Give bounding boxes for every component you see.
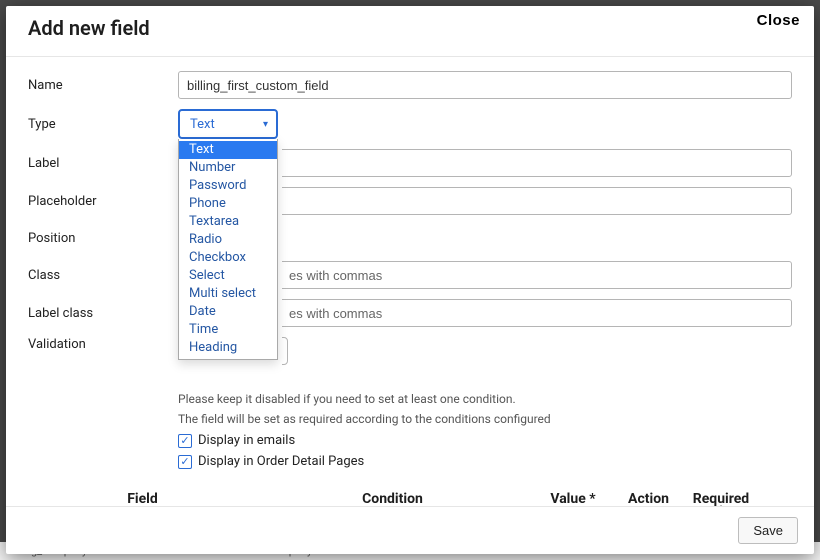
header-required: Required * — [681, 491, 761, 506]
type-option[interactable]: Phone — [179, 195, 277, 213]
row-class: Class — [28, 261, 792, 289]
add-field-modal: Close Add new field Name Type Text ▾ Tex… — [6, 6, 814, 554]
label-validation: Validation — [28, 337, 178, 352]
modal-header: Add new field — [6, 6, 814, 57]
row-label: Label — [28, 149, 792, 177]
type-option[interactable]: Date — [179, 303, 277, 321]
label-type: Type — [28, 117, 178, 132]
label-placeholder: Placeholder — [28, 194, 178, 209]
hint-line-2: The field will be set as required accord… — [178, 411, 792, 427]
header-value: Value * — [538, 491, 608, 506]
type-dropdown[interactable]: TextNumberPasswordPhoneTextareaRadioChec… — [178, 139, 278, 360]
save-button[interactable]: Save — [738, 517, 798, 544]
row-label-class: Label class — [28, 299, 792, 327]
type-option[interactable]: Radio — [179, 231, 277, 249]
type-select[interactable]: Text ▾ — [178, 109, 278, 139]
row-type: Type Text ▾ TextNumberPasswordPhoneTexta… — [28, 109, 792, 139]
checkbox-icon: ✓ — [178, 434, 192, 448]
label-position: Position — [28, 231, 178, 246]
label-labelclass: Label class — [28, 306, 178, 321]
header-field: Field — [30, 491, 255, 506]
hint-line-1: Please keep it disabled if you need to s… — [178, 391, 792, 407]
header-action: Action — [616, 491, 681, 506]
row-validation: Validation ▾ Please keep it disabled if … — [28, 337, 792, 469]
label-class: Class — [28, 268, 178, 283]
checkbox-icon: ✓ — [178, 455, 192, 469]
type-select-value: Text — [190, 117, 215, 132]
modal-body: Name Type Text ▾ TextNumberPasswordPhone… — [6, 57, 814, 506]
type-option[interactable]: Password — [179, 177, 277, 195]
type-option[interactable]: Checkbox — [179, 249, 277, 267]
type-option[interactable]: Number — [179, 159, 277, 177]
conditions-header: Field Condition Value * Action Required … — [28, 491, 792, 506]
type-option[interactable]: Textarea — [179, 213, 277, 231]
checkbox-label: Display in Order Detail Pages — [198, 454, 364, 469]
name-input[interactable] — [178, 71, 792, 99]
checkbox-label: Display in emails — [198, 433, 295, 448]
row-placeholder: Placeholder — [28, 187, 792, 215]
type-option[interactable]: Heading — [179, 339, 277, 357]
label-label: Label — [28, 156, 178, 171]
label-name: Name — [28, 78, 178, 93]
conditions-section: Field Condition Value * Action Required … — [28, 491, 792, 506]
type-option[interactable]: Time — [179, 321, 277, 339]
row-name: Name — [28, 71, 792, 99]
checkbox-display-emails[interactable]: ✓ Display in emails — [178, 433, 792, 448]
type-option[interactable]: Text — [179, 141, 277, 159]
type-option[interactable]: Select — [179, 267, 277, 285]
modal-footer: Save — [6, 506, 814, 554]
row-position: Position — [28, 225, 792, 251]
chevron-down-icon: ▾ — [263, 119, 268, 130]
modal-title: Add new field — [28, 16, 150, 40]
close-button[interactable]: Close — [749, 8, 808, 33]
checkbox-display-order-detail[interactable]: ✓ Display in Order Detail Pages — [178, 454, 792, 469]
header-condition: Condition — [255, 491, 530, 506]
type-option[interactable]: Multi select — [179, 285, 277, 303]
